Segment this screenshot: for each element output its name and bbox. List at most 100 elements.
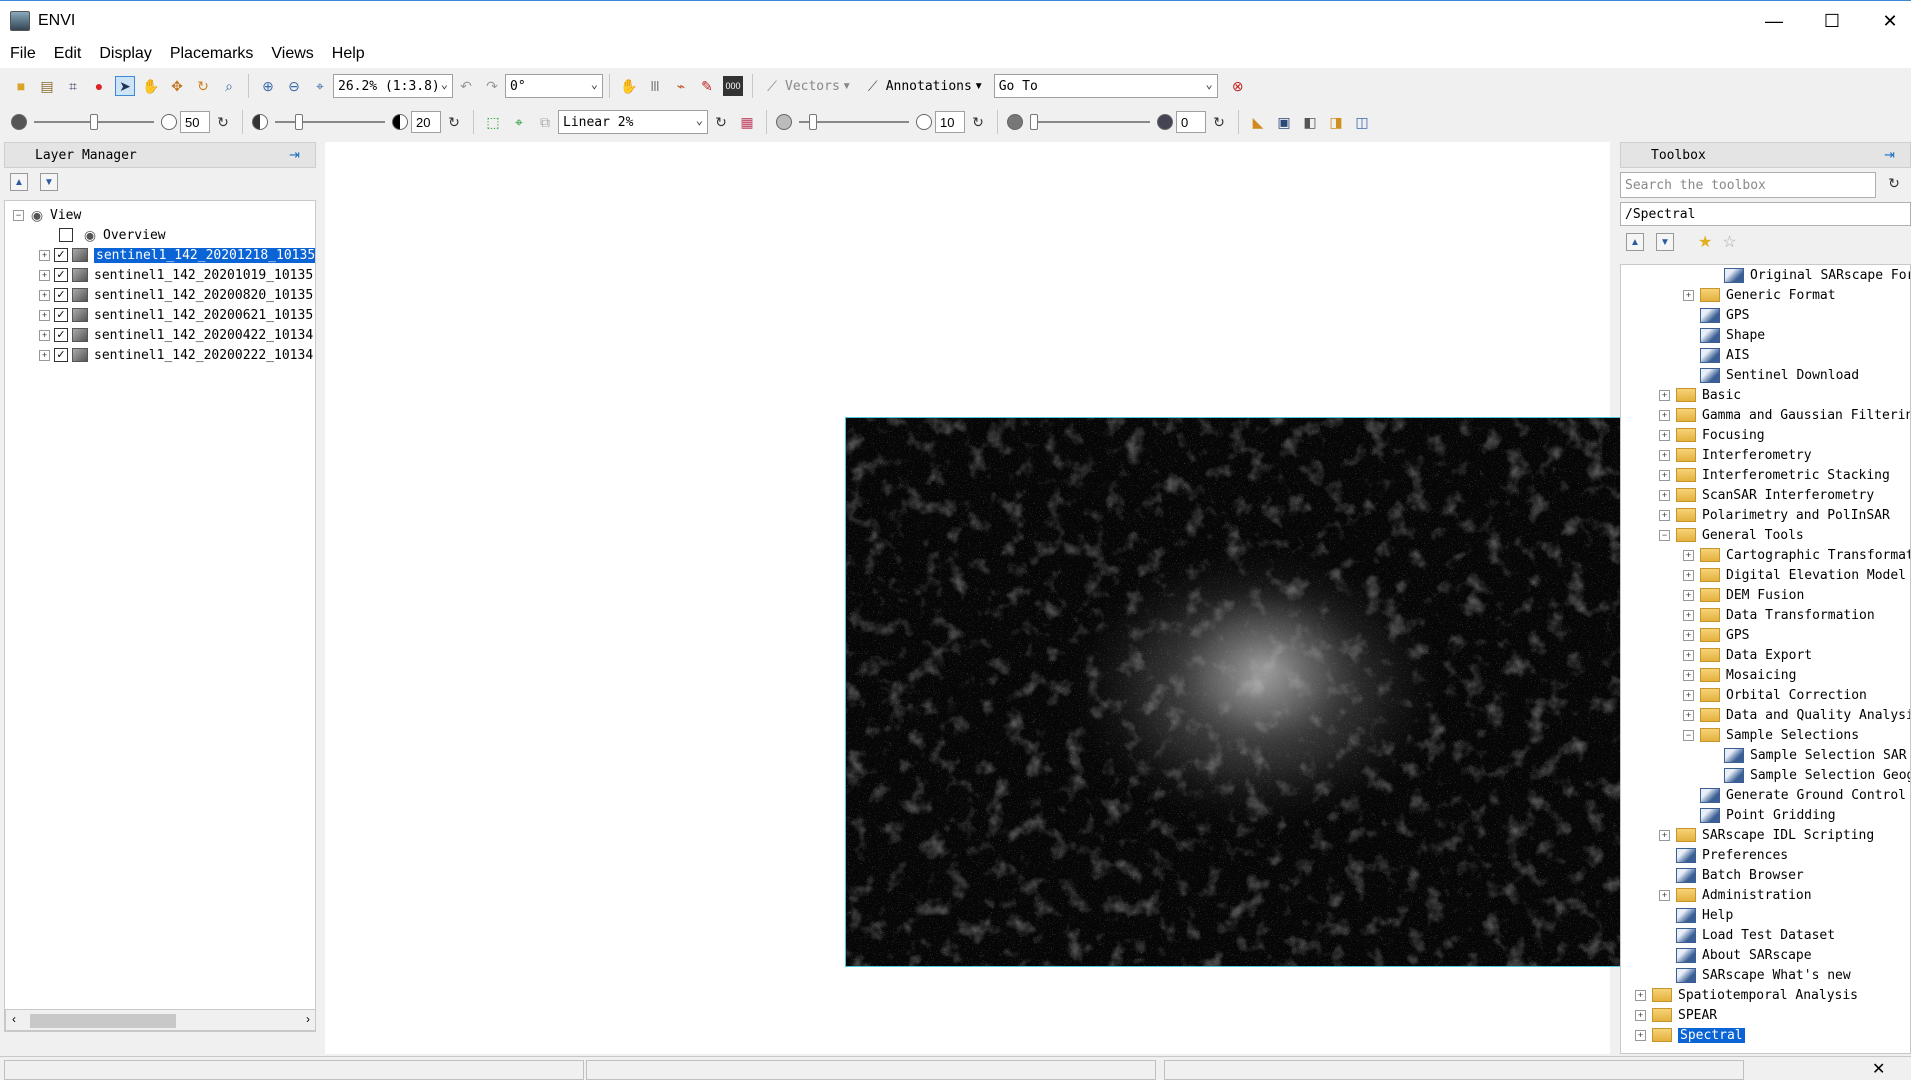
toolbox-folder[interactable]: − General Tools <box>1621 525 1910 545</box>
layer-checkbox[interactable]: ✓ <box>54 328 68 342</box>
rotate-icon[interactable]: ↻ <box>193 76 213 96</box>
toolbox-folder[interactable]: + Mosaicing <box>1621 665 1910 685</box>
brightness-slider[interactable] <box>34 112 154 132</box>
annotations-dropdown[interactable]: Annotations <box>886 79 972 94</box>
expand-icon[interactable]: + <box>1659 489 1670 501</box>
annotations-icon[interactable]: ⟋ <box>863 76 883 96</box>
sharpen-field[interactable]: 10 <box>935 111 965 133</box>
crosshair-icon[interactable]: ✋ <box>619 76 639 96</box>
toolbox-folder[interactable]: + SARscape IDL Scripting <box>1621 825 1910 845</box>
goto-combo[interactable]: Go To ⌄ <box>993 74 1218 98</box>
toolbox-folder[interactable]: + Data Export <box>1621 645 1910 665</box>
expand-icon[interactable]: + <box>39 289 50 301</box>
expand-icon[interactable]: + <box>1683 669 1694 681</box>
collapse-icon[interactable]: − <box>1659 529 1670 541</box>
pixel-locator-icon[interactable]: Ⅲ <box>645 76 665 96</box>
layer-row[interactable]: + ✓ sentinel1_142_20200422_10134 <box>5 325 315 345</box>
toolbox-tool[interactable]: Sentinel Download <box>1621 365 1910 385</box>
histogram-icon[interactable]: ▦ <box>737 112 757 132</box>
goto-execute-icon[interactable]: ⊗ <box>1228 76 1248 96</box>
refresh-toolbox-icon[interactable]: ↻ <box>1884 173 1904 193</box>
layer-checkbox[interactable]: ✓ <box>54 348 68 362</box>
layer-row[interactable]: + ✓ sentinel1_142_20201218_10135 <box>5 245 315 265</box>
overview-node[interactable]: ◉ Overview <box>5 225 315 245</box>
expand-icon[interactable]: + <box>1683 649 1694 661</box>
scroll-left-icon[interactable]: ‹ <box>12 1012 16 1026</box>
zoom-icon[interactable]: ⌕ <box>219 76 239 96</box>
expand-icon[interactable]: + <box>1635 1029 1646 1041</box>
zoom-full-icon[interactable]: ⌖ <box>310 76 330 96</box>
sharpen-slider[interactable] <box>799 112 909 132</box>
toolbox-tool[interactable]: SARscape What's new <box>1621 965 1910 985</box>
expand-icon[interactable]: + <box>1683 689 1694 701</box>
pan-hand-icon[interactable]: ✋ <box>141 76 161 96</box>
slider-thumb[interactable] <box>1030 114 1038 130</box>
expand-icon[interactable]: + <box>1683 589 1694 601</box>
toolbox-tool[interactable]: Generate Ground Control P <box>1621 785 1910 805</box>
expand-icon[interactable]: + <box>1659 829 1670 841</box>
image-icon[interactable]: ▣ <box>1274 112 1294 132</box>
layer-checkbox[interactable]: ✓ <box>54 288 68 302</box>
fly-icon[interactable]: ✥ <box>167 76 187 96</box>
pin-panel-icon[interactable]: ⇥ <box>289 147 309 163</box>
toolbox-tool[interactable]: Preferences <box>1621 845 1910 865</box>
vectors-icon[interactable]: ⟋ <box>762 76 782 96</box>
toolbox-folder[interactable]: + DEM Fusion <box>1621 585 1910 605</box>
move-up-icon[interactable]: ▲ <box>10 173 28 191</box>
toolbox-tool[interactable]: Batch Browser <box>1621 865 1910 885</box>
minimize-button[interactable]: — <box>1745 1 1803 41</box>
scroll-thumb[interactable] <box>30 1014 176 1028</box>
expand-icon[interactable]: + <box>1659 429 1670 441</box>
toolbox-folder[interactable]: + Basic <box>1621 385 1910 405</box>
sar-image[interactable] <box>845 417 1652 967</box>
toolbox-folder[interactable]: + Data and Quality Analysis <box>1621 705 1910 725</box>
expand-icon[interactable]: + <box>39 249 50 261</box>
cursor-value-icon[interactable]: ⌁ <box>671 76 691 96</box>
scroll-right-icon[interactable]: › <box>306 1012 310 1026</box>
menu-display[interactable]: Display <box>99 45 151 63</box>
ruler-icon[interactable]: ◣ <box>1248 112 1268 132</box>
zoom-out-icon[interactable]: ⊖ <box>284 76 304 96</box>
slider-thumb[interactable] <box>809 114 818 130</box>
move-down-icon[interactable]: ▼ <box>40 173 58 191</box>
menu-placemarks[interactable]: Placemarks <box>170 45 254 63</box>
contrast-slider[interactable] <box>275 112 385 132</box>
swipe-icon[interactable]: ◫ <box>1352 112 1372 132</box>
stretch-combo[interactable]: Linear 2% ⌄ <box>558 110 708 134</box>
toolbox-folder[interactable]: + Data Transformation <box>1621 605 1910 625</box>
remove-favorite-icon[interactable]: ☆ <box>1722 232 1736 252</box>
toolbox-path-field[interactable]: /Spectral <box>1620 202 1911 226</box>
layer-row[interactable]: + ✓ sentinel1_142_20200820_10135 <box>5 285 315 305</box>
reset-sharpen-icon[interactable]: ↻ <box>968 112 988 132</box>
toolbox-tool[interactable]: Sample Selection Geogr <box>1621 765 1910 785</box>
zoom-in-icon[interactable]: ⊕ <box>258 76 278 96</box>
toolbox-folder[interactable]: + Generic Format <box>1621 285 1910 305</box>
toolbox-folder[interactable]: + Focusing <box>1621 425 1910 445</box>
pin-panel-icon[interactable]: ⇥ <box>1884 147 1904 163</box>
expand-icon[interactable]: + <box>1635 1009 1646 1021</box>
menu-views[interactable]: Views <box>271 45 313 63</box>
slider-thumb[interactable] <box>90 114 98 130</box>
image-view[interactable] <box>325 142 1652 1054</box>
move-down-icon[interactable]: ▼ <box>1656 233 1674 251</box>
contrast-field[interactable]: 20 <box>411 111 441 133</box>
layer-checkbox[interactable]: ✓ <box>54 268 68 282</box>
expand-icon[interactable]: + <box>39 349 50 361</box>
toolbox-tool[interactable]: AIS <box>1621 345 1910 365</box>
toolbox-folder[interactable]: + GPS <box>1621 625 1910 645</box>
layer-row[interactable]: + ✓ sentinel1_142_20200222_10134 <box>5 345 315 365</box>
placemark-icon[interactable]: ● <box>89 76 109 96</box>
toolbox-folder[interactable]: + Spatiotemporal Analysis <box>1621 985 1910 1005</box>
rotate-left-icon[interactable]: ↶ <box>456 76 476 96</box>
expand-icon[interactable]: + <box>1659 449 1670 461</box>
toolbox-tool[interactable]: Original SARscape Form <box>1621 265 1910 285</box>
expand-icon[interactable]: + <box>1683 609 1694 621</box>
add-favorite-icon[interactable]: ★ <box>1698 232 1712 252</box>
rotate-right-icon[interactable]: ↷ <box>482 76 502 96</box>
expand-icon[interactable]: + <box>1659 889 1670 901</box>
menu-file[interactable]: File <box>10 45 36 63</box>
expand-icon[interactable]: + <box>1683 569 1694 581</box>
toolbox-folder[interactable]: − Sample Selections <box>1621 725 1910 745</box>
menu-help[interactable]: Help <box>332 45 365 63</box>
expand-icon[interactable]: + <box>1683 549 1694 561</box>
